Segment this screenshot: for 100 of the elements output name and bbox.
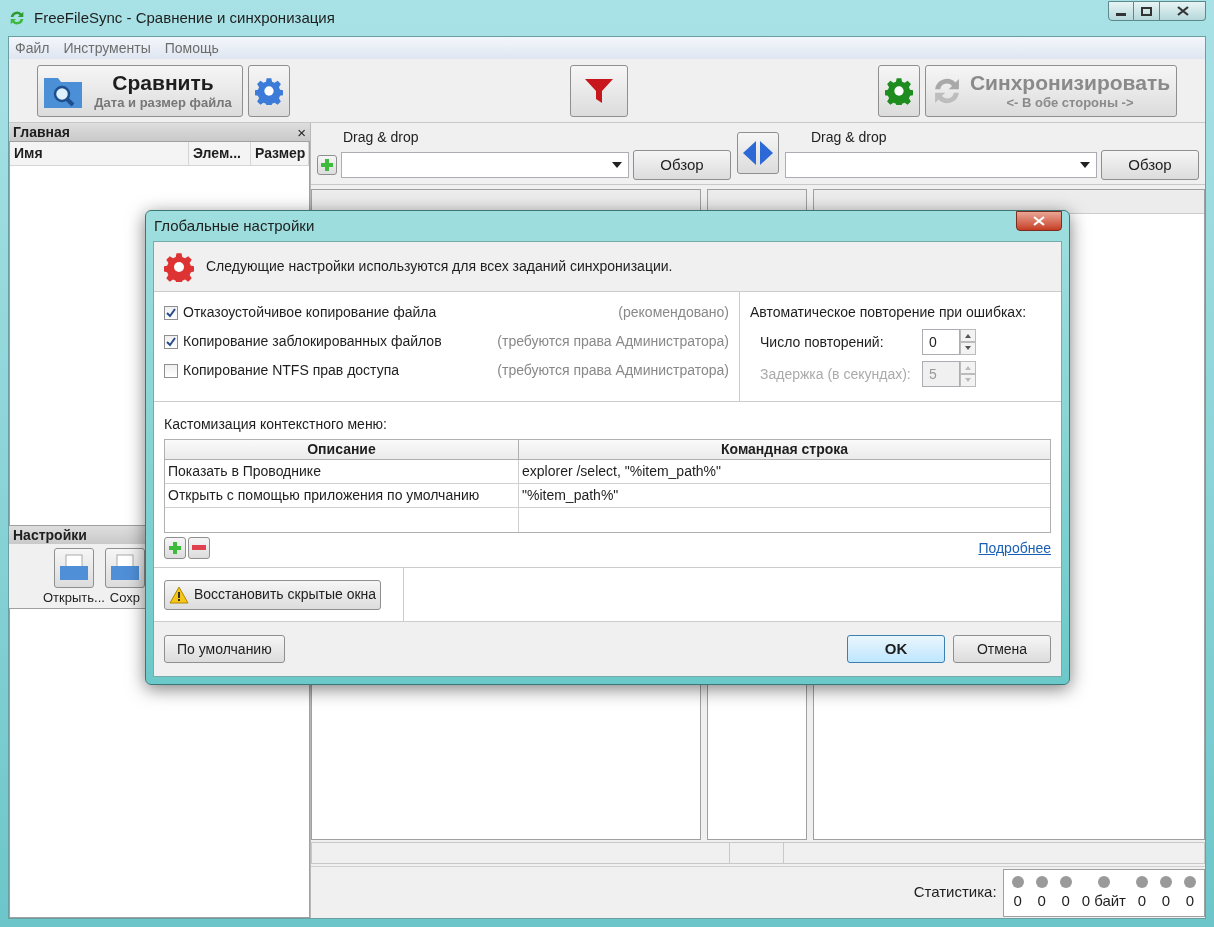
option-note: (рекомендовано)	[618, 303, 729, 322]
dialog-title: Глобальные настройки	[153, 215, 315, 236]
dialog-close-button[interactable]	[1016, 211, 1062, 231]
column-header[interactable]: Размер	[251, 142, 309, 165]
table-cell: Открыть с помощью приложения по умолчанию	[165, 484, 519, 507]
drop-label: Drag & drop	[342, 128, 420, 147]
default-button[interactable]: По умолчанию	[164, 635, 285, 663]
stat-icon	[1158, 873, 1174, 890]
option-note: (требуются права Администратора)	[497, 332, 729, 351]
stat-icon	[1033, 873, 1050, 890]
stat-icon	[1009, 873, 1026, 890]
minimize-icon	[1116, 13, 1126, 16]
compare-label: Сравнить	[112, 70, 214, 95]
config-label: Сохр	[109, 589, 140, 607]
table-cell-text: explorer /select, "%item_path%"	[521, 462, 723, 481]
stat-icon	[1057, 873, 1074, 890]
gear-icon	[255, 76, 283, 105]
info-text: Следующие настройки используются для всех заданий синхронизации.	[206, 257, 673, 276]
stat-count: 0 байт	[1081, 890, 1126, 911]
stat-count: 0	[1061, 890, 1070, 911]
panel-title: Главная	[13, 122, 70, 142]
stat-count: 0	[1037, 890, 1046, 911]
plus-icon	[320, 158, 334, 172]
column-header[interactable]: Имя	[10, 142, 189, 165]
stat-count: 0	[1137, 890, 1147, 911]
option-label: Отказоустойчивое копирование файла	[183, 303, 437, 322]
config-button[interactable]	[53, 548, 94, 588]
plus-icon	[168, 541, 182, 555]
remove-row-button[interactable]	[188, 537, 210, 559]
window-title: FreeFileSync - Сравнение и синхронизация	[34, 7, 335, 28]
option-label: Копирование заблокированных файлов	[183, 332, 442, 351]
dropdown-caret-icon	[612, 162, 622, 168]
close-button[interactable]	[1160, 1, 1206, 21]
option-note: (требуются права Администратора)	[497, 361, 729, 380]
checkmark-icon	[166, 307, 176, 318]
stat-count: 0	[1185, 890, 1195, 911]
dropdown-caret-icon	[1080, 162, 1090, 168]
number-spinner[interactable]: 0	[922, 329, 976, 355]
minus-icon	[192, 545, 206, 551]
section-title: Кастомизация контекстного меню:	[164, 415, 388, 434]
menu-item[interactable]: Помощь	[164, 37, 219, 59]
browse-button[interactable]: Обзор	[633, 150, 731, 180]
gear-icon	[164, 251, 194, 282]
browse-button[interactable]: Обзор	[1101, 150, 1199, 180]
add-row-button[interactable]	[164, 537, 186, 559]
statistics-label: Статистика:	[913, 882, 997, 903]
panel-title: Настройки	[13, 525, 87, 545]
sync-app-icon	[8, 9, 26, 27]
table-cell-text: "%item_path%"	[521, 486, 620, 505]
spin-arrows-icon	[960, 329, 976, 355]
sync-variant: <- В обе стороны ->	[1006, 94, 1134, 111]
table-cell: Показать в Проводнике	[165, 460, 519, 483]
compare-settings-button[interactable]	[248, 64, 290, 117]
field-label: Число повторений:	[760, 332, 885, 352]
warning-icon	[169, 585, 189, 604]
tray-icon	[58, 554, 89, 582]
swap-button[interactable]	[737, 132, 779, 174]
drop-label: Drag & drop	[810, 128, 888, 147]
checkbox[interactable]	[164, 334, 178, 349]
sync-label: Синхронизировать	[969, 70, 1171, 95]
ok-button[interactable]: OK	[847, 635, 945, 663]
column-header: Командная строка	[719, 440, 850, 459]
compare-variant: Дата и размер файла	[94, 94, 232, 111]
option-label: Копирование NTFS прав доступа	[183, 361, 400, 380]
more-link[interactable]: Подробнее	[978, 537, 1051, 559]
number-field[interactable]: 0	[922, 329, 960, 355]
maximize-button[interactable]	[1134, 1, 1160, 21]
add-folder-button[interactable]	[317, 155, 337, 175]
menu-item[interactable]: Файл	[15, 37, 50, 59]
stat-icon	[1182, 873, 1198, 890]
compare-button[interactable]: Сравнить Дата и размер файла	[37, 64, 243, 117]
field-label: Задержка (в секундах):	[760, 364, 912, 384]
sync-settings-button[interactable]	[878, 64, 920, 117]
checkbox[interactable]	[164, 363, 178, 378]
menu-item[interactable]: Инструменты	[63, 37, 151, 59]
filter-button[interactable]	[570, 64, 628, 117]
swap-arrows-icon	[741, 140, 775, 166]
close-icon	[1176, 6, 1189, 16]
checkmark-icon	[166, 336, 176, 347]
stat-icon	[1095, 873, 1112, 890]
restore-windows-button[interactable]: Восстановить скрытые окна	[164, 579, 382, 610]
spin-arrows-icon	[960, 361, 976, 387]
stat-icon	[1134, 873, 1150, 890]
tray-icon	[109, 554, 140, 582]
config-button[interactable]	[104, 548, 145, 588]
folder-path-field[interactable]	[785, 152, 1097, 178]
retry-title: Автоматическое повторение при ошибках:	[750, 303, 1028, 322]
minimize-button[interactable]	[1108, 1, 1134, 21]
column-header: Описание	[165, 440, 519, 459]
checkbox[interactable]	[164, 305, 178, 320]
gear-icon	[885, 76, 913, 105]
panel-close-button[interactable]: ×	[297, 124, 306, 140]
stat-count: 0	[1013, 890, 1022, 911]
stat-count: 0	[1161, 890, 1171, 911]
maximize-icon	[1141, 6, 1152, 16]
close-icon	[1033, 216, 1045, 226]
folder-path-field[interactable]	[341, 152, 629, 178]
cancel-button[interactable]: Отмена	[953, 635, 1051, 663]
column-header[interactable]: Элем...	[189, 142, 251, 165]
config-label: Открыть...	[43, 589, 105, 607]
